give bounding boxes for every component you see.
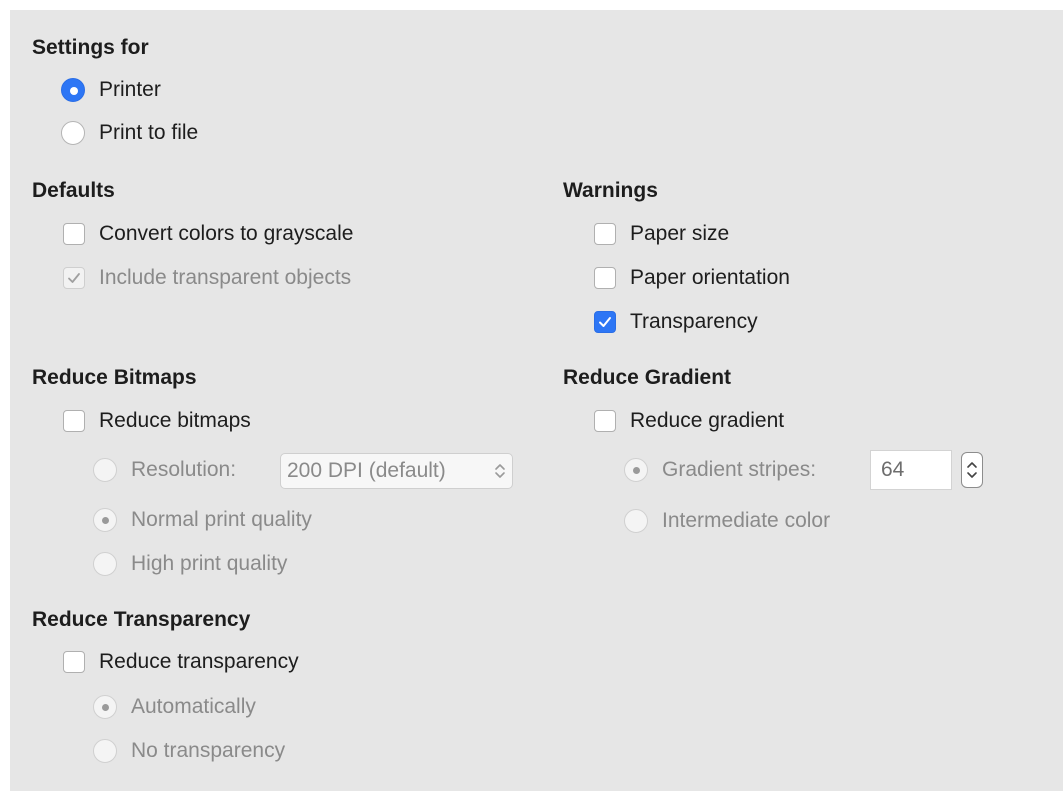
- paper-orientation-label: Paper orientation: [630, 266, 790, 289]
- resolution-value: 200 DPI (default): [287, 459, 446, 482]
- checkmark-icon: [68, 273, 80, 283]
- gradient-stripes-radio-option: Gradient stripes:: [624, 455, 816, 485]
- resolution-radio: [93, 458, 117, 482]
- gradient-stripes-label: Gradient stripes:: [662, 458, 817, 481]
- include-transparent-label: Include transparent objects: [99, 266, 352, 289]
- automatically-label: Automatically: [131, 695, 256, 718]
- intermediate-color-label: Intermediate color: [662, 509, 831, 532]
- print-options-panel: Settings for Printer Print to file Defau…: [10, 10, 1063, 791]
- intermediate-color-radio: [624, 509, 648, 533]
- gradient-stripes-radio: [624, 458, 648, 482]
- paper-size-option[interactable]: Paper size: [594, 219, 729, 249]
- paper-size-label: Paper size: [630, 222, 730, 245]
- transparency-warning-option[interactable]: Transparency: [594, 307, 758, 337]
- reduce-bitmaps-heading: Reduce Bitmaps: [32, 366, 197, 389]
- paper-size-checkbox[interactable]: [594, 223, 616, 245]
- reduce-transparency-heading: Reduce Transparency: [32, 608, 251, 631]
- warnings-heading: Warnings: [563, 179, 658, 202]
- normal-quality-label: Normal print quality: [131, 508, 312, 531]
- reduce-gradient-checkbox[interactable]: [594, 410, 616, 432]
- reduce-transparency-label: Reduce transparency: [99, 650, 299, 673]
- printer-radio-option[interactable]: Printer: [61, 75, 161, 105]
- normal-quality-radio: [93, 508, 117, 532]
- reduce-gradient-label: Reduce gradient: [630, 409, 785, 432]
- settings-for-heading: Settings for: [32, 36, 149, 59]
- reduce-transparency-option[interactable]: Reduce transparency: [63, 647, 299, 677]
- automatically-radio: [93, 695, 117, 719]
- no-transparency-label: No transparency: [131, 739, 286, 762]
- checkmark-icon: [599, 317, 611, 327]
- no-transparency-radio: [93, 739, 117, 763]
- reduce-bitmaps-option[interactable]: Reduce bitmaps: [63, 406, 251, 436]
- reduce-gradient-heading: Reduce Gradient: [563, 366, 732, 389]
- normal-quality-radio-option: Normal print quality: [93, 505, 312, 535]
- reduce-transparency-checkbox[interactable]: [63, 651, 85, 673]
- resolution-select: 200 DPI (default): [280, 453, 513, 489]
- print-to-file-label: Print to file: [99, 121, 199, 144]
- reduce-gradient-option[interactable]: Reduce gradient: [594, 406, 784, 436]
- convert-grayscale-checkbox[interactable]: [63, 223, 85, 245]
- defaults-heading: Defaults: [32, 179, 115, 202]
- print-to-file-radio-option[interactable]: Print to file: [61, 118, 198, 148]
- reduce-bitmaps-label: Reduce bitmaps: [99, 409, 251, 432]
- include-transparent-option: Include transparent objects: [63, 263, 351, 293]
- convert-grayscale-label: Convert colors to grayscale: [99, 222, 354, 245]
- reduce-bitmaps-checkbox[interactable]: [63, 410, 85, 432]
- include-transparent-checkbox: [63, 267, 85, 289]
- printer-radio[interactable]: [61, 78, 85, 102]
- automatically-radio-option: Automatically: [93, 692, 256, 722]
- gradient-stripes-stepper: [961, 452, 983, 488]
- transparency-warning-checkbox[interactable]: [594, 311, 616, 333]
- resolution-radio-option: Resolution:: [93, 455, 236, 485]
- convert-grayscale-option[interactable]: Convert colors to grayscale: [63, 219, 353, 249]
- high-quality-radio-option: High print quality: [93, 549, 287, 579]
- no-transparency-radio-option: No transparency: [93, 736, 285, 766]
- transparency-warning-label: Transparency: [630, 310, 758, 333]
- paper-orientation-option[interactable]: Paper orientation: [594, 263, 790, 293]
- stepper-arrows-icon: [967, 462, 977, 478]
- up-down-arrows-icon: [495, 464, 505, 478]
- printer-label: Printer: [99, 78, 161, 101]
- high-quality-radio: [93, 552, 117, 576]
- gradient-stripes-field: 64: [870, 450, 952, 490]
- gradient-stripes-value: 64: [881, 458, 905, 481]
- print-to-file-radio[interactable]: [61, 121, 85, 145]
- high-quality-label: High print quality: [131, 552, 288, 575]
- paper-orientation-checkbox[interactable]: [594, 267, 616, 289]
- intermediate-color-radio-option: Intermediate color: [624, 506, 830, 536]
- resolution-label: Resolution:: [131, 458, 237, 481]
